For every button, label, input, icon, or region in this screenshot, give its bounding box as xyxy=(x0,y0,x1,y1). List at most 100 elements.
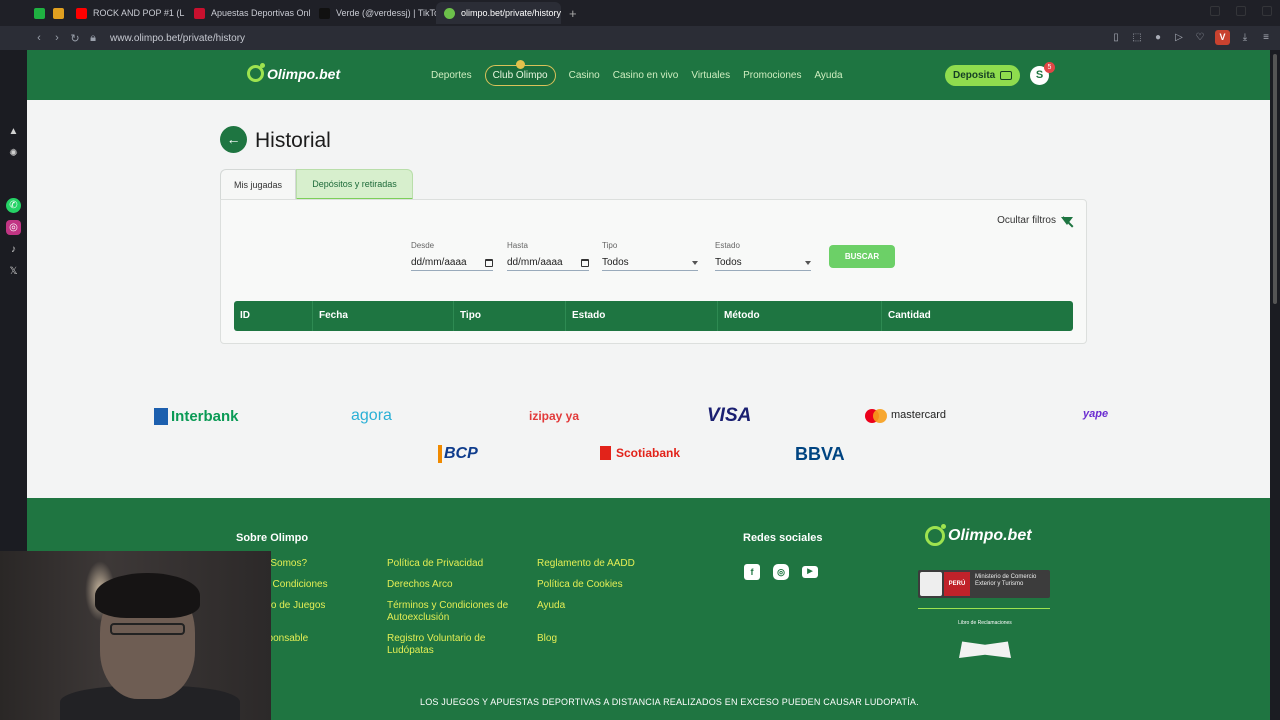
footer-link-ayuda[interactable]: Ayuda xyxy=(537,600,565,612)
favicon xyxy=(53,7,64,19)
tiktok-favicon xyxy=(319,7,330,19)
calendar-icon xyxy=(581,258,589,267)
tab-depositos-retiradas[interactable]: Depósitos y retiradas xyxy=(296,169,413,200)
favicon xyxy=(194,7,205,19)
bcp-logo: BCP xyxy=(438,445,478,463)
instagram-icon[interactable]: ◎ xyxy=(6,220,21,235)
state-value: Todos xyxy=(715,257,742,268)
minimize-icon[interactable] xyxy=(1210,6,1220,16)
browser-tab[interactable] xyxy=(49,2,68,24)
logo-text: Olimpo.bet xyxy=(267,65,341,82)
browser-tab[interactable]: Apuestas Deportivas Onl xyxy=(186,2,311,24)
page-scrollbar[interactable] xyxy=(1270,50,1280,720)
facebook-icon[interactable]: f xyxy=(744,564,760,580)
ludopatia-disclaimer: LOS JUEGOS Y APUESTAS DEPORTIVAS A DISTA… xyxy=(420,697,919,707)
site-header: Olimpo.bet Deportes Club Olimpo Casino C… xyxy=(27,50,1270,100)
hide-filters-label: Ocultar filtros xyxy=(997,215,1056,226)
tiktok-icon[interactable]: ♪ xyxy=(6,242,21,257)
olimpo-favicon xyxy=(444,7,455,19)
footer-link-ludopatas[interactable]: Registro Voluntario de Ludópatas xyxy=(387,633,507,657)
book-icon[interactable] xyxy=(959,641,1011,658)
arc-icon[interactable]: ▲ xyxy=(6,124,21,139)
youtube-icon[interactable]: ▶ xyxy=(802,566,818,578)
back-arrow-icon[interactable]: ← xyxy=(220,126,247,153)
profile-icon[interactable]: V xyxy=(1215,30,1230,45)
search-button[interactable]: BUSCAR xyxy=(829,245,895,268)
maximize-icon[interactable] xyxy=(1236,6,1246,16)
browser-tab[interactable]: Verde (@verdessj) | TikTo xyxy=(311,2,436,24)
type-select[interactable]: Todos xyxy=(602,255,698,271)
tab-label: Apuestas Deportivas Onl xyxy=(211,8,311,18)
nav-casino-en-vivo[interactable]: Casino en vivo xyxy=(613,70,679,81)
nav-virtuales[interactable]: Virtuales xyxy=(691,70,730,81)
nav-casino[interactable]: Casino xyxy=(569,70,600,81)
menu-icon[interactable]: ≡ xyxy=(1260,32,1272,43)
tab-label: ROCK AND POP #1 (L xyxy=(93,8,185,18)
window-controls xyxy=(1210,6,1272,16)
chevron-down-icon xyxy=(692,260,698,265)
bookmark-icon[interactable]: ▯ xyxy=(1110,32,1122,43)
reload-icon[interactable]: ↻ xyxy=(66,32,84,45)
url-input[interactable]: www.olimpo.bet/private/history xyxy=(110,33,245,44)
site-logo[interactable]: Olimpo.bet xyxy=(247,63,341,82)
browser-tab[interactable] xyxy=(30,2,49,24)
hide-filters-button[interactable]: Ocultar filtros xyxy=(997,215,1073,226)
footer-logo[interactable]: Olimpo.bet xyxy=(925,524,1032,546)
x-icon[interactable]: 𝕏 xyxy=(6,264,21,279)
to-date-input[interactable]: dd/mm/aaaa xyxy=(507,255,589,271)
footer-link-cookies[interactable]: Política de Cookies xyxy=(537,579,623,591)
column-id[interactable]: ID xyxy=(234,301,312,331)
type-value: Todos xyxy=(602,257,629,268)
forward-icon[interactable]: › xyxy=(48,32,66,44)
footer-link-blog[interactable]: Blog xyxy=(537,633,557,645)
browser-tab[interactable]: ROCK AND POP #1 (L xyxy=(68,2,186,24)
column-tipo[interactable]: Tipo xyxy=(453,301,565,331)
webcam-person-glasses xyxy=(110,623,185,635)
footer-link-aadd[interactable]: Reglamento de AADD xyxy=(537,558,635,570)
scroll-thumb[interactable] xyxy=(1273,54,1277,304)
column-estado[interactable]: Estado xyxy=(565,301,717,331)
state-label: Estado xyxy=(715,241,740,250)
nav-ayuda[interactable]: Ayuda xyxy=(814,70,842,81)
extension-icon[interactable]: ● xyxy=(1152,32,1164,43)
from-date-value: dd/mm/aaaa xyxy=(411,257,467,268)
footer-link-autoexclusion[interactable]: Términos y Condiciones de Autoexclusión xyxy=(387,600,522,624)
deposit-button[interactable]: Deposita xyxy=(945,65,1021,86)
main-nav: Deportes Club Olimpo Casino Casino en vi… xyxy=(431,60,843,86)
footer-link-derechos-arco[interactable]: Derechos Arco xyxy=(387,579,453,591)
state-select[interactable]: Todos xyxy=(715,255,811,271)
calendar-icon xyxy=(485,258,493,267)
play-icon[interactable]: ▷ xyxy=(1173,32,1185,43)
new-tab-button[interactable]: + xyxy=(561,6,585,21)
visa-logo: VISA xyxy=(707,405,752,426)
logo-icon xyxy=(247,63,265,82)
from-date-input[interactable]: dd/mm/aaaa xyxy=(411,255,493,271)
back-icon[interactable]: ‹ xyxy=(30,32,48,44)
nav-club-olimpo[interactable]: Club Olimpo xyxy=(484,60,556,86)
lock-icon[interactable]: 🔒︎ xyxy=(84,32,102,45)
chatgpt-icon[interactable]: ✺ xyxy=(6,146,21,161)
column-metodo[interactable]: Método xyxy=(717,301,881,331)
type-label: Tipo xyxy=(602,241,618,250)
column-fecha[interactable]: Fecha xyxy=(312,301,453,331)
screenshot-icon[interactable]: ⬚ xyxy=(1131,32,1143,43)
column-cantidad[interactable]: Cantidad xyxy=(881,301,1073,331)
browser-tab-active[interactable]: olimpo.bet/private/history× xyxy=(436,2,561,24)
logo-icon xyxy=(925,524,946,546)
whatsapp-icon[interactable]: ✆ xyxy=(6,198,21,213)
bbva-logo: BBVA xyxy=(795,444,845,464)
tab-mis-jugadas[interactable]: Mis jugadas xyxy=(220,169,296,200)
footer-link-privacidad[interactable]: Política de Privacidad xyxy=(387,558,483,570)
scotiabank-logo: Scotiabank xyxy=(600,446,680,460)
download-icon[interactable]: ⤓ xyxy=(1239,32,1251,43)
mastercard-logo: mastercard xyxy=(891,409,947,421)
heart-icon[interactable]: ♡ xyxy=(1194,32,1206,43)
close-window-icon[interactable] xyxy=(1262,6,1272,16)
instagram-icon[interactable]: ◎ xyxy=(773,564,789,580)
wallet-icon xyxy=(1000,71,1013,80)
chevron-down-icon xyxy=(805,260,811,265)
nav-deportes[interactable]: Deportes xyxy=(431,70,472,81)
browser-tabbar: ROCK AND POP #1 (L Apuestas Deportivas O… xyxy=(0,0,1280,26)
nav-promociones[interactable]: Promociones xyxy=(743,70,801,81)
book-label: Libro de Reclamaciones xyxy=(958,620,1012,626)
